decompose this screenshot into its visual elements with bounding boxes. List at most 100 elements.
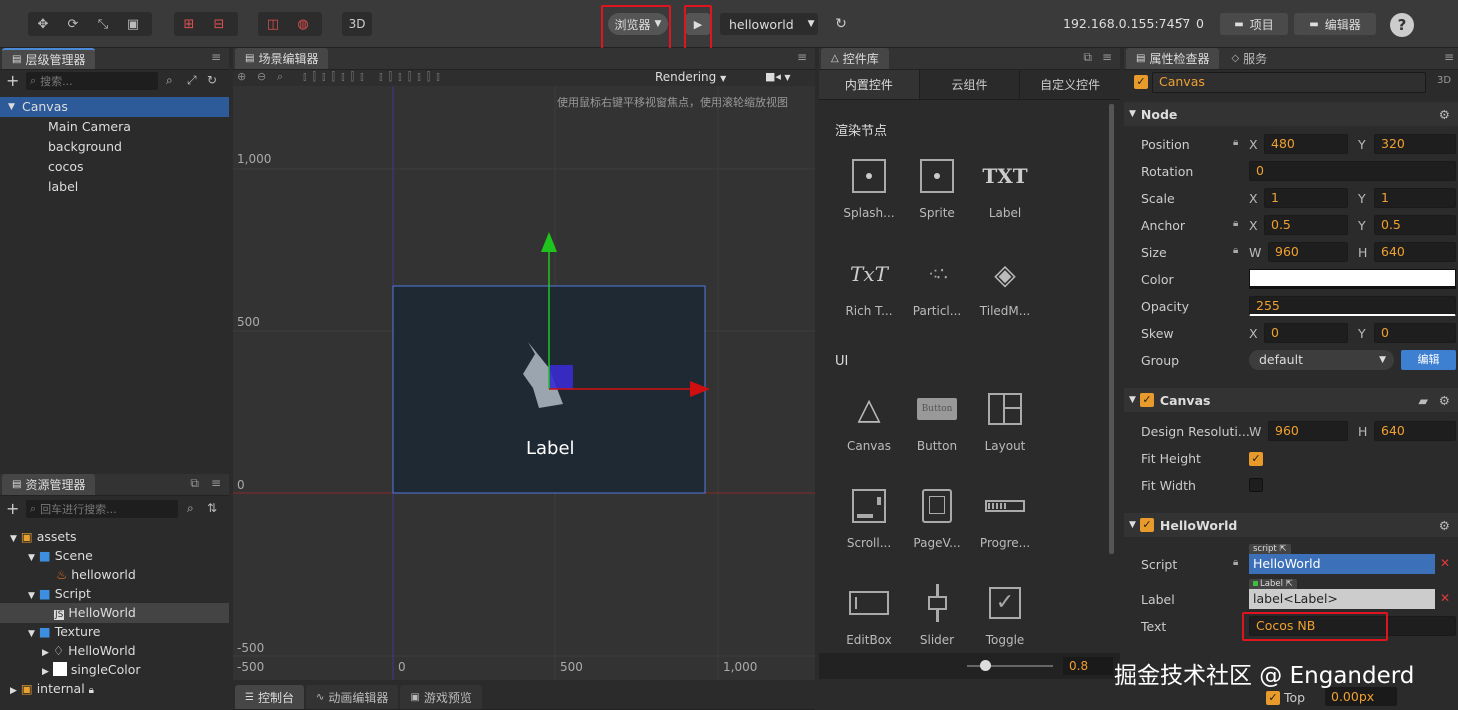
scale-tool-icon[interactable]: ⤡ [88, 12, 118, 36]
popout-icon[interactable]: ⧉ [190, 476, 199, 491]
widget-splash[interactable]: Splash... [835, 156, 903, 220]
gear-icon[interactable]: ⚙ [1439, 518, 1450, 533]
skew-y-field[interactable]: 0 [1374, 323, 1456, 343]
tree-node-background[interactable]: background [48, 137, 122, 157]
panel-menu-icon[interactable]: ≡ [797, 50, 807, 64]
scene-select[interactable]: helloworld ▼ [720, 13, 818, 35]
widget-richtext[interactable]: TxT Rich T... [835, 254, 903, 318]
widget-editbox[interactable]: EditBox [835, 583, 903, 647]
skew-x-field[interactable]: 0 [1264, 323, 1348, 343]
rotation-field[interactable]: 0 [1249, 161, 1456, 181]
add-asset-icon[interactable]: + [6, 499, 19, 518]
widget-toggle[interactable]: ✓ Toggle [971, 583, 1039, 647]
editor-button[interactable]: ▬ 编辑器 [1294, 13, 1376, 35]
design-h-field[interactable]: 640 [1374, 421, 1456, 441]
refresh-icon[interactable]: ↻ [207, 73, 217, 87]
zoom-value-field[interactable]: 0.8 [1063, 657, 1113, 675]
section-canvas[interactable]: ▼ ✓ Canvas ▰ ⚙ [1124, 388, 1458, 412]
position-x-field[interactable]: 480 [1264, 134, 1348, 154]
label-ref-field[interactable]: label<Label> [1249, 589, 1435, 609]
panel-menu-icon[interactable]: ≡ [211, 476, 221, 490]
section-helloworld[interactable]: ▼ ✓ HelloWorld ⚙ [1124, 513, 1458, 537]
widget-slider[interactable]: Slider [903, 583, 971, 647]
tab-game-preview[interactable]: ▣ 游戏预览 [400, 685, 482, 709]
tree-node-main-camera[interactable]: Main Camera [48, 117, 131, 137]
tab-scene[interactable]: ▤ 场景编辑器 [235, 48, 329, 69]
tab-console[interactable]: ☰ 控制台 [235, 685, 304, 709]
align-icons[interactable]: ⫾⫿⫾⫿⫾⫿⫾ ⫾⫿⫾⫿⫾⫿⫾ [303, 70, 446, 84]
hierarchy-search-input[interactable]: ⌕ 搜索... [26, 72, 158, 90]
grid-icon[interactable]: ◍ [288, 12, 318, 36]
panel-menu-icon[interactable]: ≡ [1102, 50, 1112, 64]
subtab-builtin[interactable]: 内置控件 [819, 70, 919, 99]
tree-node-cocos[interactable]: cocos [48, 157, 84, 177]
asset-scene-folder[interactable]: ▼ ■ Scene [28, 546, 93, 566]
node-name-field[interactable]: Canvas [1152, 72, 1426, 93]
tab-assets[interactable]: ▤ 资源管理器 [2, 474, 96, 495]
node-active-checkbox[interactable]: ✓ [1134, 74, 1148, 89]
move-tool-icon[interactable]: ✥ [28, 12, 58, 36]
subtab-cloud[interactable]: 云组件 [918, 70, 1020, 99]
zoom-slider-handle[interactable] [980, 660, 991, 671]
widget-canvas[interactable]: △ Canvas [835, 389, 903, 454]
tab-widgets[interactable]: △ 控件库 [821, 48, 889, 69]
search-icon[interactable]: ⌕ [187, 501, 194, 516]
tab-service[interactable]: ◇ 服务 [1221, 48, 1278, 69]
widget-label[interactable]: TXT Label [971, 156, 1039, 220]
gear-icon[interactable]: ⚙ [1439, 107, 1450, 122]
zoom-reset-icon[interactable]: ⌕ [277, 70, 283, 84]
asset-helloworld-script[interactable]: JS HelloWorld [0, 603, 229, 623]
scene-label-node[interactable]: Label [526, 438, 575, 459]
asset-internal[interactable]: ▶ ▣ internal 🔒︎ [10, 679, 94, 699]
size-w-field[interactable]: 960 [1268, 242, 1348, 262]
asset-singlecolor[interactable]: ▶ singleColor [42, 660, 141, 680]
widget-button[interactable]: Button Button [903, 389, 971, 453]
scene-viewport[interactable]: ⊕ ⊖ ⌕ ⫾⫿⫾⫿⫾⫿⫾ ⫾⫿⫾⫿⫾⫿⫾ Rendering ▼ ■◂ ▼ 使… [233, 70, 815, 680]
remove-icon[interactable]: ✕ [1440, 591, 1450, 605]
group-edit-button[interactable]: 编辑 [1401, 350, 1456, 370]
section-node[interactable]: ▼ Node ⚙ [1124, 102, 1458, 126]
canvas-enabled-checkbox[interactable]: ✓ [1139, 393, 1154, 407]
tree-node-label[interactable]: label [48, 177, 78, 197]
refresh-icon[interactable]: ↻ [828, 13, 854, 35]
widget-layout[interactable]: Layout [971, 389, 1039, 453]
tab-animation[interactable]: ∿ 动画编辑器 [305, 685, 399, 709]
zoom-in-icon[interactable]: ⊕ [237, 70, 246, 83]
widget-sprite[interactable]: Sprite [903, 156, 971, 220]
panel-menu-icon[interactable]: ≡ [1444, 50, 1454, 64]
lock-icon[interactable]: 🔒︎ [1233, 218, 1238, 229]
fit-height-checkbox[interactable]: ✓ [1249, 451, 1263, 466]
asset-helloworld-scene[interactable]: ♨ helloworld [56, 565, 136, 585]
project-button[interactable]: ▬ 项目 [1220, 13, 1288, 35]
helloworld-enabled-checkbox[interactable]: ✓ [1139, 518, 1154, 532]
search-icon[interactable]: ⌕ [166, 73, 173, 88]
asset-script-folder[interactable]: ▼ ■ Script [28, 584, 91, 604]
position-y-field[interactable]: 320 [1374, 134, 1456, 154]
scale-y-field[interactable]: 1 [1374, 188, 1456, 208]
anchor-x-field[interactable]: 0.5 [1264, 215, 1348, 235]
zoom-out-icon[interactable]: ⊖ [257, 70, 266, 83]
widget-particle[interactable]: ⁖∴ Particl... [903, 254, 971, 319]
color-swatch[interactable] [1249, 269, 1456, 289]
help-button[interactable]: ? [1390, 13, 1414, 37]
mode-3d-button[interactable]: 3D [342, 12, 372, 36]
group-select[interactable]: default ▼ [1249, 350, 1394, 370]
asset-texture-folder[interactable]: ▼ ■ Texture [28, 622, 100, 642]
popout-icon[interactable]: ⧉ [1083, 50, 1092, 65]
widgets-scrollbar[interactable] [1109, 104, 1114, 554]
subtab-custom[interactable]: 自定义控件 [1019, 70, 1121, 99]
remove-icon[interactable]: ✕ [1440, 556, 1450, 570]
snap-icon[interactable]: ◫ [258, 12, 288, 36]
pivot-icon[interactable]: ⊞ [174, 12, 204, 36]
widget-tiledmap[interactable]: ◈ TiledM... [971, 254, 1039, 319]
tree-node-canvas[interactable]: ▼ Canvas [0, 97, 229, 117]
locate-icon[interactable]: ⤢ [187, 73, 197, 88]
widget-progressbar[interactable]: Progre... [971, 486, 1039, 550]
panel-menu-icon[interactable]: ≡ [211, 50, 221, 64]
design-w-field[interactable]: 960 [1268, 421, 1348, 441]
rect-tool-icon[interactable]: ▣ [118, 12, 148, 36]
widget-pageview[interactable]: PageV... [903, 486, 971, 550]
camera-icon[interactable]: ■◂ ▼ [765, 70, 791, 83]
scale-x-field[interactable]: 1 [1264, 188, 1348, 208]
tab-inspector[interactable]: ▤ 属性检查器 [1126, 48, 1220, 69]
